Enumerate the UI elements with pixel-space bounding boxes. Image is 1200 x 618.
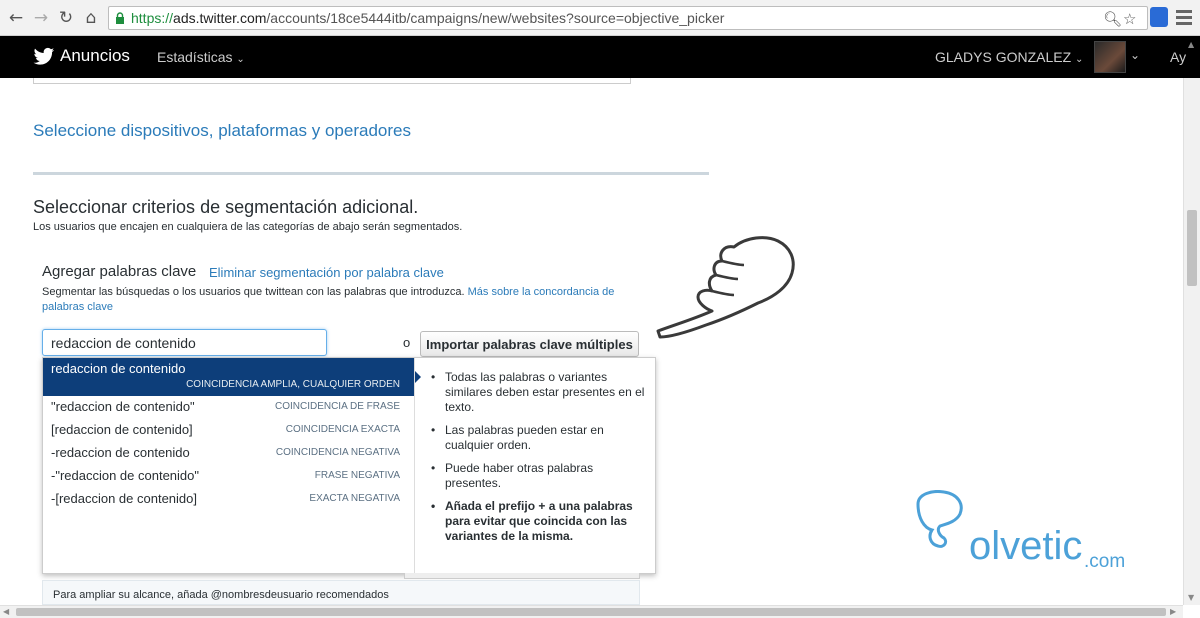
targeting-subtitle: Los usuarios que encajen en cualquiera d… [33, 221, 463, 233]
hint-text: Para ampliar su alcance, añada @nombresd… [53, 589, 389, 601]
suggestion-item-exact[interactable]: [redaccion de contenido] COINCIDENCIA EX… [43, 419, 414, 442]
suggestion-match-type: COINCIDENCIA DE FRASE [274, 401, 400, 412]
obscured-button[interactable] [404, 573, 640, 579]
suggestion-text: -[redaccion de contenido] [51, 491, 197, 506]
suggestion-item-negative[interactable]: -redaccion de contenido COINCIDENCIA NEG… [43, 442, 414, 465]
help-item: Todas las palabras o variantes similares… [429, 370, 646, 415]
keyword-input[interactable] [42, 329, 327, 356]
scroll-down-icon[interactable]: ▼ [1188, 593, 1194, 602]
suggestion-match-type: EXACTA NEGATIVA [309, 493, 400, 504]
watermark-suffix: .com [1084, 551, 1126, 572]
suggestion-item-phrase[interactable]: "redaccion de contenido" COINCIDENCIA DE… [43, 396, 414, 419]
vertical-scrollbar[interactable]: ▲ ▼ [1183, 40, 1200, 605]
nav-statistics[interactable]: Estadísticas ⌄ [157, 49, 245, 65]
watermark-text: olvetic [969, 524, 1083, 568]
address-bar[interactable]: https://ads.twitter.com/accounts/18ce544… [108, 6, 1148, 30]
home-icon[interactable]: ⌂ [81, 8, 101, 28]
suggestion-match-type: COINCIDENCIA NEGATIVA [275, 447, 400, 458]
suggestion-list: redaccion de contenido COINCIDENCIA AMPL… [43, 358, 414, 511]
keyword-suggestions-dropdown: redaccion de contenido COINCIDENCIA AMPL… [42, 357, 656, 574]
forward-arrow-icon[interactable]: → [31, 8, 51, 28]
twitter-bird-icon[interactable] [33, 47, 55, 67]
suggestion-match-type: COINCIDENCIA AMPLIA, CUALQUIER ORDEN [186, 379, 400, 390]
keywords-title: Agregar palabras clave [42, 263, 197, 280]
lock-icon [116, 12, 124, 24]
vertical-scroll-thumb[interactable] [1187, 210, 1197, 286]
help-item: Las palabras pueden estar en cualquier o… [429, 423, 646, 453]
menu-icon[interactable] [1176, 7, 1192, 27]
scroll-left-icon[interactable]: ◀ [3, 607, 9, 616]
suggestion-text: [redaccion de contenido] [51, 422, 193, 437]
keywords-description: Segmentar las búsquedas o los usuarios q… [42, 286, 615, 313]
bookmark-star-icon[interactable]: ☆ [1123, 10, 1136, 28]
suggestion-item-negative-exact[interactable]: -[redaccion de contenido] EXACTA NEGATIV… [43, 488, 414, 511]
brand-title[interactable]: Anuncios [60, 46, 130, 66]
chevron-down-icon: ⌄ [1075, 54, 1084, 65]
back-arrow-icon[interactable]: ← [6, 8, 26, 28]
avatar[interactable] [1094, 41, 1126, 73]
horizontal-scrollbar[interactable]: ◀ ▶ [0, 605, 1183, 618]
scroll-right-icon[interactable]: ▶ [1170, 607, 1176, 616]
or-label: o [403, 335, 411, 350]
zoom-icon[interactable]: 🔍︎ [1103, 10, 1122, 28]
previous-section-box [33, 78, 631, 84]
browser-toolbar: ← → ↻ ⌂ https://ads.twitter.com/accounts… [0, 0, 1200, 36]
devices-section-title[interactable]: Seleccione dispositivos, plataformas y o… [33, 121, 411, 141]
username-hint-box: Para ampliar su alcance, añada @nombresd… [42, 580, 640, 605]
help-link[interactable]: Ay [1170, 49, 1186, 65]
suggestion-text: redaccion de contenido [51, 361, 186, 376]
suggestion-item-negative-phrase[interactable]: -"redaccion de contenido" FRASE NEGATIVA [43, 465, 414, 488]
suggestion-text: "redaccion de contenido" [51, 399, 195, 414]
suggestion-match-type: FRASE NEGATIVA [314, 470, 400, 481]
url-text: https://ads.twitter.com/accounts/18ce544… [131, 10, 725, 26]
chevron-down-icon[interactable]: ⌄ [1130, 48, 1140, 62]
scroll-up-icon[interactable]: ▲ [1188, 40, 1194, 49]
suggestion-text: -"redaccion de contenido" [51, 468, 199, 483]
chevron-down-icon: ⌄ [236, 54, 245, 65]
suggestion-item-broad[interactable]: redaccion de contenido COINCIDENCIA AMPL… [43, 358, 414, 396]
help-item: Puede haber otras palabras presentes. [429, 461, 646, 491]
suggestion-match-type: COINCIDENCIA EXACTA [285, 424, 400, 435]
user-menu[interactable]: GLADYS GONZALEZ ⌄ [935, 49, 1083, 65]
suggestion-text: -redaccion de contenido [51, 445, 190, 460]
pointing-hand-icon [656, 236, 795, 339]
import-keywords-button[interactable]: Importar palabras clave múltiples [420, 331, 639, 357]
horizontal-scroll-thumb[interactable] [16, 608, 1166, 616]
ads-topbar: Anuncios Estadísticas ⌄ GLADYS GONZALEZ … [0, 36, 1200, 78]
extension-icon[interactable] [1150, 7, 1168, 27]
section-divider [33, 172, 709, 175]
reload-icon[interactable]: ↻ [56, 8, 76, 28]
remove-keyword-targeting-link[interactable]: Eliminar segmentación por palabra clave [209, 265, 444, 280]
targeting-title: Seleccionar criterios de segmentación ad… [33, 197, 419, 217]
match-type-help: Todas las palabras o variantes similares… [414, 358, 656, 573]
help-item-prefix: Añada el prefijo + a una palabras para e… [429, 499, 646, 544]
